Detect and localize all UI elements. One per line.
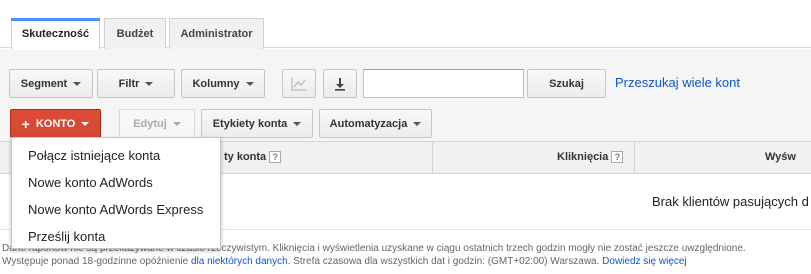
search-button[interactable]: Szukaj	[527, 69, 606, 98]
multi-account-search-link[interactable]: Przeszukaj wiele kont	[615, 75, 740, 90]
columns-button[interactable]: Kolumny	[181, 69, 265, 98]
edit-button-label: Edytuj	[133, 117, 167, 130]
help-icon[interactable]: ?	[269, 151, 282, 164]
column-header-label: Kliknięcia	[557, 151, 609, 163]
menu-item-new-adwords-express-account[interactable]: Nowe konto AdWords Express	[12, 196, 220, 223]
automation-button-label: Automatyzacja	[329, 117, 408, 130]
chevron-down-icon	[293, 121, 302, 126]
edit-button[interactable]: Edytuj	[119, 109, 195, 138]
chevron-down-icon	[172, 121, 181, 126]
footnote-text: . Strefa czasowa dla wszystkich dat i go…	[287, 256, 600, 267]
menu-item-new-adwords-account[interactable]: Nowe konto AdWords	[12, 169, 220, 196]
column-header-clicks[interactable]: Kliknięcia?	[557, 142, 624, 173]
learn-more-link[interactable]: Dowiedz się więcej	[602, 256, 686, 267]
tab-bar: Skuteczność Budżet Administrator	[0, 0, 811, 50]
tab-budget[interactable]: Budżet	[104, 18, 166, 49]
menu-item-link-existing-accounts[interactable]: Połącz istniejące konta	[12, 142, 220, 169]
footnote-line-2: Występuje ponad 18-godzinne opóźnienie d…	[2, 255, 811, 268]
plus-icon: +	[21, 115, 30, 132]
chevron-down-icon	[81, 121, 90, 126]
segment-button[interactable]: Segment	[9, 69, 93, 98]
columns-button-label: Kolumny	[192, 77, 240, 90]
column-divider	[634, 142, 635, 173]
account-dropdown-menu: Połącz istniejące konta Nowe konto AdWor…	[11, 137, 221, 249]
tab-administrator[interactable]: Administrator	[169, 18, 264, 49]
segment-button-label: Segment	[20, 77, 68, 90]
column-header-label: Wyśw	[765, 151, 796, 163]
chevron-down-icon	[245, 81, 254, 86]
download-icon	[335, 77, 345, 91]
account-labels-label: Etykiety konta	[212, 117, 288, 130]
chart-toggle-button[interactable]	[282, 69, 316, 98]
line-chart-icon	[291, 77, 306, 91]
help-icon[interactable]: ?	[611, 151, 624, 164]
menu-item-upload-accounts[interactable]: Prześlij konta	[12, 223, 220, 250]
account-labels-button[interactable]: Etykiety konta	[201, 109, 313, 138]
search-button-label: Szukaj	[549, 77, 584, 90]
filter-button-label: Filtr	[118, 77, 140, 90]
footnote-text: Występuje ponad 18-godzinne opóźnienie	[2, 256, 189, 267]
chevron-down-icon	[73, 81, 82, 86]
chevron-down-icon	[413, 121, 422, 126]
column-header-account-type[interactable]: ty konta?	[224, 142, 282, 173]
tab-performance[interactable]: Skuteczność	[11, 18, 100, 50]
some-data-link[interactable]: dla niektórych danych	[191, 256, 288, 267]
column-header-impressions[interactable]: Wyśw	[765, 142, 796, 173]
empty-table-message: Brak klientów pasujących d	[652, 194, 809, 209]
chevron-down-icon	[145, 81, 154, 86]
search-input[interactable]	[363, 69, 524, 98]
download-button[interactable]	[323, 69, 357, 98]
account-button[interactable]: + KONTO	[10, 109, 101, 138]
account-button-label: KONTO	[35, 117, 76, 130]
filter-button[interactable]: Filtr	[97, 69, 175, 98]
column-divider	[432, 142, 433, 173]
automation-button[interactable]: Automatyzacja	[319, 109, 432, 138]
column-header-label: ty konta	[224, 151, 267, 163]
